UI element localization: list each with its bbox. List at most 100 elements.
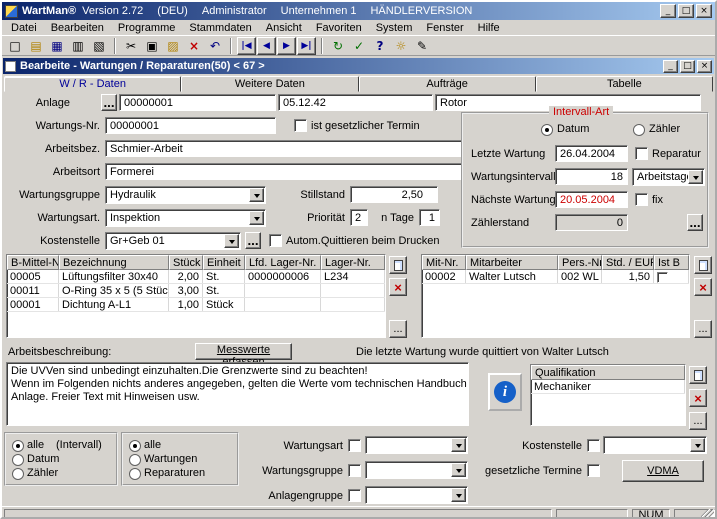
menu-ansicht[interactable]: Ansicht: [259, 21, 309, 35]
mitarbeiter-delete-button[interactable]: ×: [694, 278, 712, 296]
kostenstelle-dropdown[interactable]: Gr+Geb 01: [105, 232, 241, 250]
naechste-wartung-field[interactable]: 20.05.2004: [555, 191, 628, 208]
delete-button[interactable]: ×: [184, 37, 204, 55]
filter-wartungen-radio[interactable]: [129, 454, 141, 466]
chevron-down-icon[interactable]: [688, 170, 703, 184]
resize-grip[interactable]: [701, 509, 714, 519]
qualifikation-delete-button[interactable]: ×: [689, 389, 707, 407]
column-header[interactable]: Pers.-Nr.: [558, 255, 602, 270]
edit-button[interactable]: ✎: [412, 37, 432, 55]
tab-auftraege[interactable]: Aufträge: [359, 76, 536, 92]
column-header[interactable]: Lfd. Lager-Nr.: [245, 255, 321, 270]
child-close-button[interactable]: ×: [697, 60, 712, 73]
anlage-nr-field[interactable]: 00000001: [119, 94, 276, 111]
wartungsart-dropdown[interactable]: Inspektion: [105, 209, 266, 227]
column-header[interactable]: Mitarbeiter: [466, 255, 558, 270]
chevron-down-icon[interactable]: [690, 438, 705, 452]
previous-record-button[interactable]: ◀: [257, 37, 276, 55]
filter-wartungsart-checkbox[interactable]: [348, 439, 361, 452]
menu-hilfe[interactable]: Hilfe: [471, 21, 507, 35]
column-header[interactable]: Ist B: [654, 255, 689, 270]
child-maximize-button[interactable]: □: [680, 60, 695, 73]
reparatur-checkbox[interactable]: [635, 147, 648, 160]
open-button[interactable]: ▤: [26, 37, 46, 55]
mitarbeiter-browse-button[interactable]: ...: [694, 320, 712, 338]
filter-alle-radio[interactable]: [129, 440, 141, 452]
n-tage-field[interactable]: 1: [419, 209, 440, 226]
intervall-einheit-dropdown[interactable]: Arbeitstage: [632, 168, 705, 186]
qualifikation-browse-button[interactable]: ...: [689, 412, 707, 430]
filter-reparaturen-radio[interactable]: [129, 468, 141, 480]
column-header[interactable]: Einheit: [203, 255, 245, 270]
anlage-browse-button[interactable]: ...: [101, 94, 117, 111]
filter-wartungsgruppe-checkbox[interactable]: [348, 464, 361, 477]
betriebsmittel-delete-button[interactable]: ×: [389, 278, 407, 296]
menu-bearbeiten[interactable]: Bearbeiten: [44, 21, 111, 35]
column-header[interactable]: Std. / EUR: [602, 255, 654, 270]
undo-button[interactable]: ↶: [205, 37, 225, 55]
filter-wartungsgruppe-dropdown[interactable]: [365, 461, 468, 479]
filter-anlagengruppe-checkbox[interactable]: [348, 489, 361, 502]
gesetzliche-termine-checkbox[interactable]: [587, 464, 600, 477]
help-button[interactable]: ?: [370, 37, 390, 55]
filter-kostenstelle-dropdown[interactable]: [603, 436, 707, 454]
betriebsmittel-browse-button[interactable]: ...: [389, 320, 407, 338]
table-row[interactable]: Mechaniker: [531, 380, 685, 394]
new-button[interactable]: □: [5, 37, 25, 55]
tab-weitere-daten[interactable]: Weitere Daten: [181, 76, 358, 92]
arbeitsbeschreibung-textarea[interactable]: Die UVVen sind unbedingt einzuhalten.Die…: [6, 362, 469, 426]
filter-datum-radio[interactable]: [12, 454, 24, 466]
table-row[interactable]: 00002 Walter Lutsch 002 WL 1,50: [422, 270, 689, 284]
wartungsintervall-field[interactable]: 18: [555, 168, 628, 185]
vdma-button[interactable]: VDMA: [622, 460, 704, 482]
refresh-button[interactable]: ↻: [328, 37, 348, 55]
messwerte-erfassen-button[interactable]: Messwerte erfassen: [195, 343, 292, 360]
column-header[interactable]: Mit-Nr.: [422, 255, 466, 270]
ist-b-checkbox[interactable]: [657, 272, 668, 283]
filter-kostenstelle-checkbox[interactable]: [587, 439, 600, 452]
paste-button[interactable]: ▨: [163, 37, 183, 55]
column-header[interactable]: Qualifikation: [531, 365, 685, 380]
fix-checkbox[interactable]: [635, 193, 648, 206]
filter-wartungsart-dropdown[interactable]: [365, 436, 468, 454]
intervall-datum-radio[interactable]: [541, 124, 553, 136]
menu-fenster[interactable]: Fenster: [419, 21, 470, 35]
gesetzlicher-termin-checkbox[interactable]: [294, 119, 307, 132]
tab-wr-daten[interactable]: W / R - Daten: [4, 76, 181, 92]
chevron-down-icon[interactable]: [224, 234, 239, 248]
info-button[interactable]: i: [488, 373, 522, 411]
cut-button[interactable]: ✂: [121, 37, 141, 55]
last-record-button[interactable]: ▶|: [297, 37, 316, 55]
autom-quittieren-checkbox[interactable]: [269, 234, 282, 247]
filter-alle-intervall-radio[interactable]: [12, 440, 24, 452]
menu-programme[interactable]: Programme: [111, 21, 182, 35]
arbeitsort-field[interactable]: Formerei: [105, 163, 462, 180]
column-header[interactable]: Bezeichnung: [59, 255, 169, 270]
print-button[interactable]: ▥: [68, 37, 88, 55]
chevron-down-icon[interactable]: [451, 438, 466, 452]
anlage-datum-field[interactable]: 05.12.42: [278, 94, 433, 111]
maximize-button[interactable]: □: [678, 4, 694, 18]
menu-stammdaten[interactable]: Stammdaten: [182, 21, 258, 35]
betriebsmittel-add-button[interactable]: [389, 256, 407, 274]
arbeitsbez-field[interactable]: Schmier-Arbeit: [105, 140, 462, 157]
print-preview-button[interactable]: ▧: [89, 37, 109, 55]
stillstand-field[interactable]: 2,50: [350, 186, 438, 203]
letzte-wartung-field[interactable]: 26.04.2004: [555, 145, 628, 162]
wartungs-nr-field[interactable]: 00000001: [105, 117, 276, 134]
intervall-zaehler-radio[interactable]: [633, 124, 645, 136]
column-header[interactable]: Stück: [169, 255, 203, 270]
filter-anlagengruppe-dropdown[interactable]: [365, 486, 468, 504]
column-header[interactable]: Lager-Nr.: [321, 255, 385, 270]
copy-button[interactable]: ▣: [142, 37, 162, 55]
column-header[interactable]: B-Mittel-Nr.: [7, 255, 59, 270]
confirm-button[interactable]: ✓: [349, 37, 369, 55]
qualifikation-add-button[interactable]: [689, 366, 707, 384]
minimize-button[interactable]: _: [660, 4, 676, 18]
zaehlerstand-browse-button[interactable]: ...: [687, 214, 703, 231]
table-row[interactable]: 00011 O-Ring 35 x 5 (5 Stück) 3,00 St.: [7, 284, 385, 298]
save-button[interactable]: ▦: [47, 37, 67, 55]
kostenstelle-browse-button[interactable]: ...: [245, 232, 261, 249]
menu-datei[interactable]: Datei: [4, 21, 44, 35]
table-row[interactable]: 00005 Lüftungsfilter 30x40 2,00 St. 0000…: [7, 270, 385, 284]
